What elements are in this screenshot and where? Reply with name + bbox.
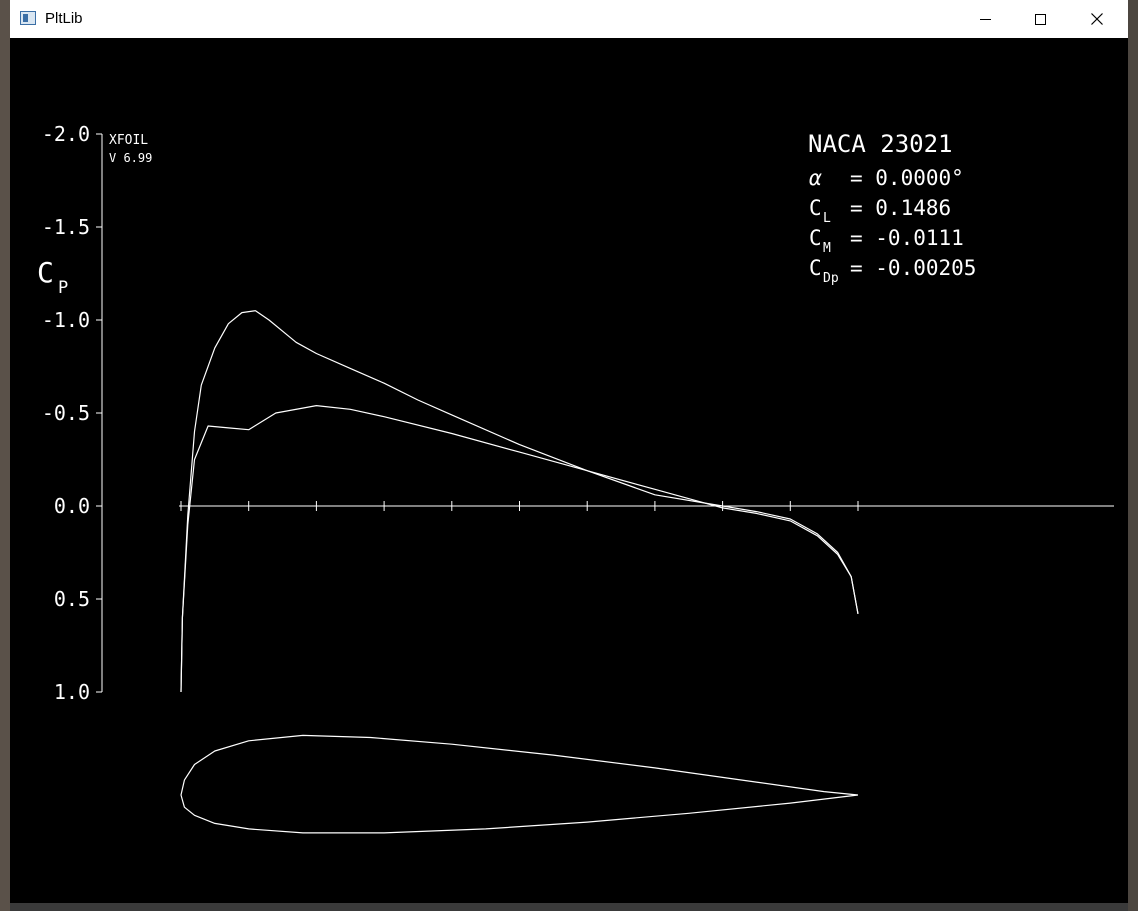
cdp-sub: Dp xyxy=(823,271,839,286)
cdp-value: = -0.00205 xyxy=(850,256,976,280)
cp-plot: -2.0 -1.5 -1.0 -0.5 0.0 0.5 1.0 XFOIL V 6.99 C… xyxy=(37,122,1114,834)
cl-sub: L xyxy=(823,211,831,226)
y-tick-label: -1.5 xyxy=(42,215,90,239)
close-button[interactable] xyxy=(1068,0,1126,38)
y-axis-label-main: C xyxy=(37,256,54,289)
cl-label: C xyxy=(809,196,822,220)
close-icon xyxy=(1091,13,1103,25)
airfoil-outline xyxy=(180,734,859,834)
desktop-background-right xyxy=(1128,0,1138,911)
cp-series-line-2 xyxy=(180,405,859,693)
plot-canvas: -2.0 -1.5 -1.0 -0.5 0.0 0.5 1.0 XFOIL V 6.99 C… xyxy=(10,38,1128,903)
maximize-button[interactable] xyxy=(1011,0,1069,38)
y-tick-label: 0.0 xyxy=(54,494,90,518)
cl-value: = 0.1486 xyxy=(850,196,951,220)
desktop-background-left xyxy=(0,0,10,911)
maximize-icon xyxy=(1034,13,1046,25)
app-window-icon xyxy=(20,11,36,25)
window-title: PltLib xyxy=(45,10,83,27)
program-name: XFOIL xyxy=(109,133,148,148)
cm-value: = -0.0111 xyxy=(850,226,964,250)
y-axis-label-sub: P xyxy=(58,278,68,298)
cm-sub: M xyxy=(823,241,831,256)
plot-axes xyxy=(96,133,1114,693)
alpha-label: α xyxy=(809,166,822,190)
y-tick-label: 1.0 xyxy=(54,680,90,704)
cm-label: C xyxy=(809,226,822,250)
y-tick-label: -0.5 xyxy=(42,401,90,425)
airfoil-shape xyxy=(180,734,859,834)
alpha-value: = 0.0000° xyxy=(850,166,964,190)
airfoil-name: NACA 23021 xyxy=(808,130,953,158)
title-bar[interactable]: PltLib xyxy=(10,0,1128,38)
plot-text: XFOIL V 6.99 C P NACA 23021 α = 0.0000° … xyxy=(37,130,976,298)
y-tick-label: -1.0 xyxy=(42,308,90,332)
minimize-button[interactable] xyxy=(956,0,1014,38)
minimize-icon xyxy=(979,18,991,20)
y-tick-label: -2.0 xyxy=(42,122,90,146)
program-version: V 6.99 xyxy=(109,151,152,165)
tick-labels: -2.0 -1.5 -1.0 -0.5 0.0 0.5 1.0 xyxy=(42,122,90,704)
pltlib-window: PltLib -2.0 -1.5 -1.0 -0.5 0.0 0.5 1.0 XFOIL V… xyxy=(10,0,1128,903)
cdp-label: C xyxy=(809,256,822,280)
y-tick-label: 0.5 xyxy=(54,587,90,611)
